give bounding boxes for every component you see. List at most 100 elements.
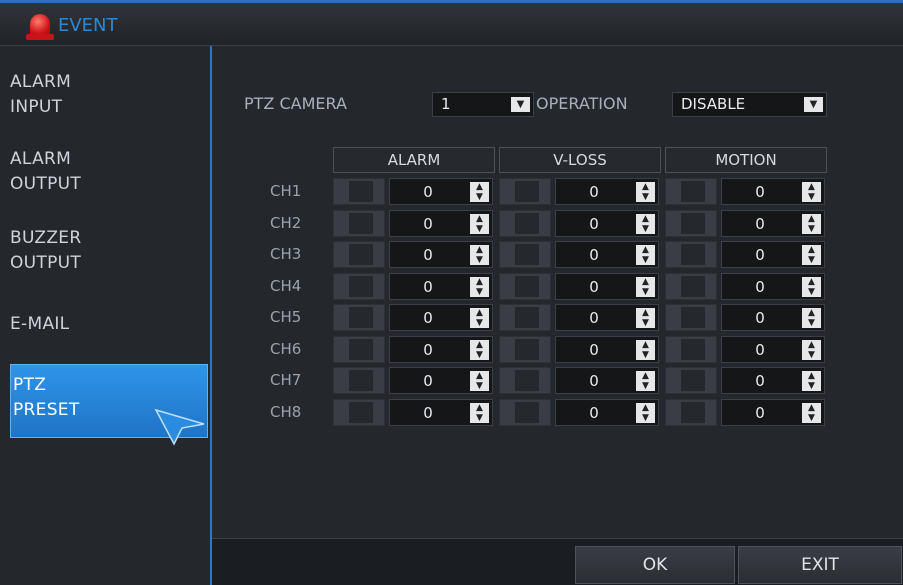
vloss-checkbox[interactable]	[499, 178, 551, 205]
sidebar-item-ptz-preset[interactable]: PTZ PRESET	[10, 364, 208, 446]
vloss-checkbox[interactable]	[499, 367, 551, 394]
alarm-checkbox[interactable]	[333, 209, 385, 237]
motion-preset-stepper[interactable]: 0 ▲ ▼	[721, 304, 825, 331]
channel-label: CH1	[270, 182, 302, 200]
alarm-preset-value: 0	[423, 340, 433, 359]
motion-checkbox[interactable]	[665, 335, 717, 363]
vloss-preset-stepper[interactable]: 0 ▲ ▼	[555, 367, 659, 394]
motion-preset-stepper[interactable]: 0 ▲ ▼	[721, 178, 825, 205]
sidebar-item-buzzer-output[interactable]: BUZZER OUTPUT	[10, 226, 208, 276]
motion-preset-value: 0	[755, 183, 765, 201]
motion-preset-stepper[interactable]: 0 ▲ ▼	[721, 398, 825, 426]
up-down-arrows-icon[interactable]: ▲ ▼	[636, 182, 655, 202]
event-window: EVENT ALARM INPUT ALARM OUTPUT BUZZER OU…	[0, 0, 903, 585]
up-down-arrows-icon[interactable]: ▲ ▼	[802, 339, 821, 360]
motion-preset-stepper[interactable]: 0 ▲ ▼	[721, 272, 825, 300]
siren-icon	[24, 12, 54, 42]
alarm-preset-stepper[interactable]: 0 ▲ ▼	[389, 398, 493, 426]
motion-checkbox[interactable]	[665, 209, 717, 237]
up-down-arrows-icon[interactable]: ▲ ▼	[802, 182, 821, 202]
motion-preset-stepper[interactable]: 0 ▲ ▼	[721, 209, 825, 237]
vloss-preset-stepper[interactable]: 0 ▲ ▼	[555, 241, 659, 268]
column-header-alarm: ALARM	[333, 147, 495, 173]
ok-button[interactable]: OK	[575, 546, 735, 584]
ptz-preset-panel: PTZ CAMERA 1 ▼ OPERATION DISABLE ▼ ALARM…	[212, 46, 903, 585]
column-header-vloss: V-LOSS	[499, 147, 661, 173]
up-down-arrows-icon[interactable]: ▲ ▼	[802, 213, 821, 234]
up-down-arrows-icon[interactable]: ▲ ▼	[802, 308, 821, 328]
vloss-preset-stepper[interactable]: 0 ▲ ▼	[555, 178, 659, 205]
motion-preset-stepper[interactable]: 0 ▲ ▼	[721, 335, 825, 363]
motion-checkbox[interactable]	[665, 398, 717, 426]
up-down-arrows-icon[interactable]: ▲ ▼	[470, 245, 489, 265]
vloss-preset-stepper[interactable]: 0 ▲ ▼	[555, 272, 659, 300]
motion-checkbox[interactable]	[665, 272, 717, 300]
channel-label: CH7	[270, 371, 302, 389]
vloss-preset-stepper[interactable]: 0 ▲ ▼	[555, 335, 659, 363]
up-down-arrows-icon[interactable]: ▲ ▼	[802, 245, 821, 265]
chevron-down-icon[interactable]: ▼	[511, 97, 530, 112]
exit-button[interactable]: EXIT	[738, 546, 902, 584]
up-down-arrows-icon[interactable]: ▲ ▼	[636, 371, 655, 391]
vloss-checkbox[interactable]	[499, 272, 551, 300]
up-down-arrows-icon[interactable]: ▲ ▼	[636, 245, 655, 265]
up-down-arrows-icon[interactable]: ▲ ▼	[470, 276, 489, 297]
sidebar-item-email[interactable]: E-MAIL	[10, 312, 208, 337]
sidebar-item-alarm-input[interactable]: ALARM INPUT	[10, 70, 208, 120]
vloss-preset-stepper[interactable]: 0 ▲ ▼	[555, 304, 659, 331]
alarm-checkbox[interactable]	[333, 398, 385, 426]
alarm-checkbox[interactable]	[333, 335, 385, 363]
up-down-arrows-icon[interactable]: ▲ ▼	[802, 402, 821, 423]
motion-preset-value: 0	[755, 277, 765, 296]
motion-checkbox[interactable]	[665, 367, 717, 394]
vloss-checkbox[interactable]	[499, 398, 551, 426]
vloss-checkbox[interactable]	[499, 209, 551, 237]
up-down-arrows-icon[interactable]: ▲ ▼	[802, 371, 821, 391]
alarm-checkbox[interactable]	[333, 272, 385, 300]
alarm-preset-stepper[interactable]: 0 ▲ ▼	[389, 272, 493, 300]
motion-preset-stepper[interactable]: 0 ▲ ▼	[721, 241, 825, 268]
up-down-arrows-icon[interactable]: ▲ ▼	[470, 308, 489, 328]
up-down-arrows-icon[interactable]: ▲ ▼	[636, 308, 655, 328]
vloss-preset-value: 0	[589, 340, 599, 359]
chevron-down-icon[interactable]: ▼	[804, 97, 823, 112]
alarm-preset-value: 0	[423, 309, 433, 327]
operation-select[interactable]: DISABLE ▼	[672, 92, 827, 117]
title-bar: EVENT	[0, 3, 903, 46]
alarm-checkbox[interactable]	[333, 178, 385, 205]
alarm-checkbox[interactable]	[333, 304, 385, 331]
up-down-arrows-icon[interactable]: ▲ ▼	[636, 276, 655, 297]
motion-preset-stepper[interactable]: 0 ▲ ▼	[721, 367, 825, 394]
vloss-checkbox[interactable]	[499, 304, 551, 331]
vloss-preset-stepper[interactable]: 0 ▲ ▼	[555, 398, 659, 426]
motion-checkbox[interactable]	[665, 304, 717, 331]
up-down-arrows-icon[interactable]: ▲ ▼	[470, 339, 489, 360]
up-down-arrows-icon[interactable]: ▲ ▼	[470, 402, 489, 423]
up-down-arrows-icon[interactable]: ▲ ▼	[470, 182, 489, 202]
motion-checkbox[interactable]	[665, 241, 717, 268]
ptz-camera-select[interactable]: 1 ▼	[432, 92, 534, 117]
up-down-arrows-icon[interactable]: ▲ ▼	[636, 213, 655, 234]
alarm-preset-value: 0	[423, 183, 433, 201]
up-down-arrows-icon[interactable]: ▲ ▼	[636, 339, 655, 360]
motion-checkbox[interactable]	[665, 178, 717, 205]
alarm-preset-stepper[interactable]: 0 ▲ ▼	[389, 178, 493, 205]
up-down-arrows-icon[interactable]: ▲ ▼	[802, 276, 821, 297]
up-down-arrows-icon[interactable]: ▲ ▼	[470, 213, 489, 234]
alarm-preset-stepper[interactable]: 0 ▲ ▼	[389, 209, 493, 237]
alarm-checkbox[interactable]	[333, 241, 385, 268]
up-down-arrows-icon[interactable]: ▲ ▼	[470, 371, 489, 391]
vloss-preset-stepper[interactable]: 0 ▲ ▼	[555, 209, 659, 237]
channel-label: CH4	[270, 276, 302, 295]
vloss-checkbox[interactable]	[499, 335, 551, 363]
alarm-preset-stepper[interactable]: 0 ▲ ▼	[389, 367, 493, 394]
alarm-preset-stepper[interactable]: 0 ▲ ▼	[389, 335, 493, 363]
up-down-arrows-icon[interactable]: ▲ ▼	[636, 402, 655, 423]
sidebar-item-label: PTZ	[13, 375, 47, 395]
alarm-preset-stepper[interactable]: 0 ▲ ▼	[389, 304, 493, 331]
vloss-checkbox[interactable]	[499, 241, 551, 268]
alarm-preset-stepper[interactable]: 0 ▲ ▼	[389, 241, 493, 268]
sidebar-item-alarm-output[interactable]: ALARM OUTPUT	[10, 147, 208, 197]
alarm-checkbox[interactable]	[333, 367, 385, 394]
vloss-preset-value: 0	[589, 277, 599, 296]
